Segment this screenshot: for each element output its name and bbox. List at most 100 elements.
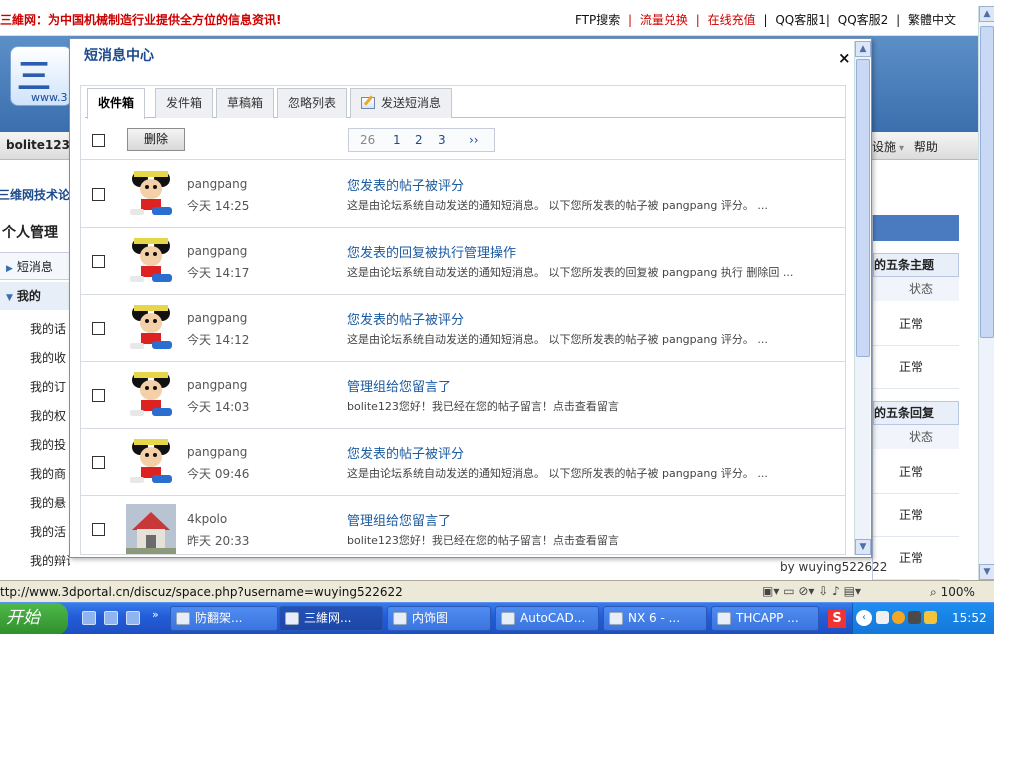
window-icon	[285, 612, 299, 625]
message-sender[interactable]: 4kpolo	[187, 512, 227, 526]
delete-button[interactable]: 删除	[127, 128, 185, 151]
message-subject[interactable]: 您发表的回复被执行管理操作	[347, 242, 516, 261]
sidebar-subitem[interactable]: 我的商	[30, 465, 70, 482]
taskbar-button[interactable]: 三維网...	[279, 606, 383, 631]
recent-activity-panel: 的五条主题 状态 正常 正常 的五条回复 状态 正常 正常 正常	[872, 215, 959, 580]
message-subject[interactable]: 您发表的帖子被评分	[347, 175, 464, 194]
tab-inbox[interactable]: 收件箱	[87, 88, 146, 119]
page-icon[interactable]: ▣▾	[762, 584, 779, 598]
addon-icon[interactable]: ▤▾	[844, 584, 861, 598]
message-sender[interactable]: pangpang	[187, 244, 247, 258]
user-menu[interactable]: bolite123▾	[6, 138, 77, 152]
link-qq-service-1[interactable]: QQ客服1|	[775, 13, 830, 27]
inbox-toolbar: 删除 26 1 2 3 ››	[81, 126, 845, 160]
message-subject[interactable]: 管理组给您留言了	[347, 510, 451, 529]
network-icon[interactable]: ▭	[783, 584, 794, 598]
message-checkbox[interactable]	[92, 188, 105, 201]
sidebar-subitem[interactable]: 我的话	[30, 320, 70, 337]
start-button[interactable]: 开始	[0, 603, 68, 634]
scroll-down-button[interactable]: ▼	[855, 539, 871, 555]
compat-icon[interactable]: ⊘▾	[798, 584, 814, 598]
page-scrollbar[interactable]: ▲ ▼	[978, 6, 994, 580]
sidebar-subitem[interactable]: 我的悬	[30, 494, 70, 511]
message-row[interactable]: pangpang 今天 09:46 您发表的帖子被评分 这是由论坛系统自动发送的…	[81, 429, 845, 496]
taskbar-button[interactable]: THCAPP ...	[711, 606, 819, 631]
sidebar-subitem[interactable]: 我的订	[30, 378, 70, 395]
avatar[interactable]	[126, 169, 176, 219]
tab-ignore-list[interactable]: 忽略列表	[277, 88, 348, 118]
scroll-down-button[interactable]: ▼	[979, 564, 994, 580]
message-row[interactable]: pangpang 今天 14:17 您发表的回复被执行管理操作 这是由论坛系统自…	[81, 228, 845, 295]
sidebar-subitem[interactable]: 我的权	[30, 407, 70, 424]
quicklaunch-icon[interactable]	[104, 611, 118, 625]
message-subject[interactable]: 您发表的帖子被评分	[347, 309, 464, 328]
tray-expand-icon[interactable]: ‹	[856, 610, 872, 626]
link-qq-service-2[interactable]: QQ客服2	[838, 13, 889, 27]
sidebar-subitem[interactable]: 我的辩论	[30, 552, 70, 569]
scroll-thumb[interactable]	[856, 59, 870, 357]
zoom-level[interactable]: ⌕ 100%	[930, 585, 975, 600]
scroll-up-button[interactable]: ▲	[979, 6, 994, 22]
message-checkbox[interactable]	[92, 523, 105, 536]
tab-send-message[interactable]: 发送短消息	[350, 88, 453, 118]
download-icon[interactable]: ⇩	[818, 584, 828, 598]
message-checkbox[interactable]	[92, 389, 105, 402]
quicklaunch-icon[interactable]	[82, 611, 96, 625]
taskbar-button[interactable]: 防翻架...	[170, 606, 278, 631]
tray-icon[interactable]	[892, 611, 905, 624]
message-subject[interactable]: 您发表的帖子被评分	[347, 443, 464, 462]
page-link[interactable]: 3	[438, 133, 446, 147]
sidebar-subitem[interactable]: 我的投	[30, 436, 70, 453]
clock[interactable]: 15:52	[952, 611, 987, 625]
link-traffic-exchange[interactable]: 流量兑换	[640, 13, 688, 27]
tab-drafts[interactable]: 草稿箱	[216, 88, 275, 118]
quicklaunch-icon[interactable]	[126, 611, 140, 625]
message-checkbox[interactable]	[92, 456, 105, 469]
avatar[interactable]	[126, 370, 176, 420]
link-ftp-search[interactable]: FTP搜索	[575, 13, 620, 27]
message-sender[interactable]: pangpang	[187, 378, 247, 392]
taskbar-button[interactable]: NX 6 - ...	[603, 606, 707, 631]
dialog-scrollbar[interactable]: ▲ ▼	[854, 41, 871, 555]
message-row[interactable]: pangpang 今天 14:12 您发表的帖子被评分 这是由论坛系统自动发送的…	[81, 295, 845, 362]
taskbar-button[interactable]: 内饰图	[387, 606, 491, 631]
avatar[interactable]	[126, 504, 176, 554]
quicklaunch-more[interactable]: »	[152, 608, 159, 621]
message-checkbox[interactable]	[92, 255, 105, 268]
message-checkbox[interactable]	[92, 322, 105, 335]
message-row[interactable]: pangpang 今天 14:25 您发表的帖子被评分 这是由论坛系统自动发送的…	[81, 161, 845, 228]
message-sender[interactable]: pangpang	[187, 311, 247, 325]
tab-outbox[interactable]: 发件箱	[155, 88, 214, 118]
forum-name[interactable]: 三维网技术论	[0, 186, 70, 203]
scroll-thumb[interactable]	[980, 26, 994, 338]
sidebar-item-messages[interactable]: ▶ 短消息	[0, 252, 70, 280]
message-subject[interactable]: 管理组给您留言了	[347, 376, 451, 395]
tray-icon[interactable]	[924, 611, 937, 624]
sidebar-subitem[interactable]: 我的收	[30, 349, 70, 366]
page-link[interactable]: 2	[415, 133, 423, 147]
close-icon[interactable]: ×	[838, 49, 851, 67]
nav-facilities[interactable]: 设施	[872, 140, 896, 154]
link-traditional-chinese[interactable]: 繁體中文	[908, 13, 956, 27]
select-all-checkbox[interactable]	[92, 134, 105, 147]
tray-icon[interactable]	[876, 611, 889, 624]
avatar[interactable]	[126, 303, 176, 353]
avatar[interactable]	[126, 437, 176, 487]
message-sender[interactable]: pangpang	[187, 177, 247, 191]
message-row[interactable]: pangpang 今天 14:03 管理组给您留言了 bolite123您好！我…	[81, 362, 845, 429]
site-logo[interactable]: 三 www.3	[10, 46, 72, 106]
message-row[interactable]: 4kpolo 昨天 20:33 管理组给您留言了 bolite123您好！我已经…	[81, 496, 845, 554]
input-method-icon[interactable]: S	[828, 610, 846, 628]
sound-icon[interactable]: ♪	[832, 584, 840, 598]
tray-icon[interactable]	[908, 611, 921, 624]
nav-help[interactable]: 帮助	[914, 140, 938, 154]
message-sender[interactable]: pangpang	[187, 445, 247, 459]
avatar[interactable]	[126, 236, 176, 286]
link-online-recharge[interactable]: 在线充值	[708, 13, 756, 27]
taskbar-button[interactable]: AutoCAD...	[495, 606, 599, 631]
next-page-link[interactable]: ››	[469, 133, 479, 147]
page-link[interactable]: 1	[393, 133, 401, 147]
sidebar-item-mine[interactable]: ▼ 我的	[0, 282, 70, 310]
scroll-up-button[interactable]: ▲	[855, 41, 871, 57]
sidebar-subitem[interactable]: 我的活	[30, 523, 70, 540]
